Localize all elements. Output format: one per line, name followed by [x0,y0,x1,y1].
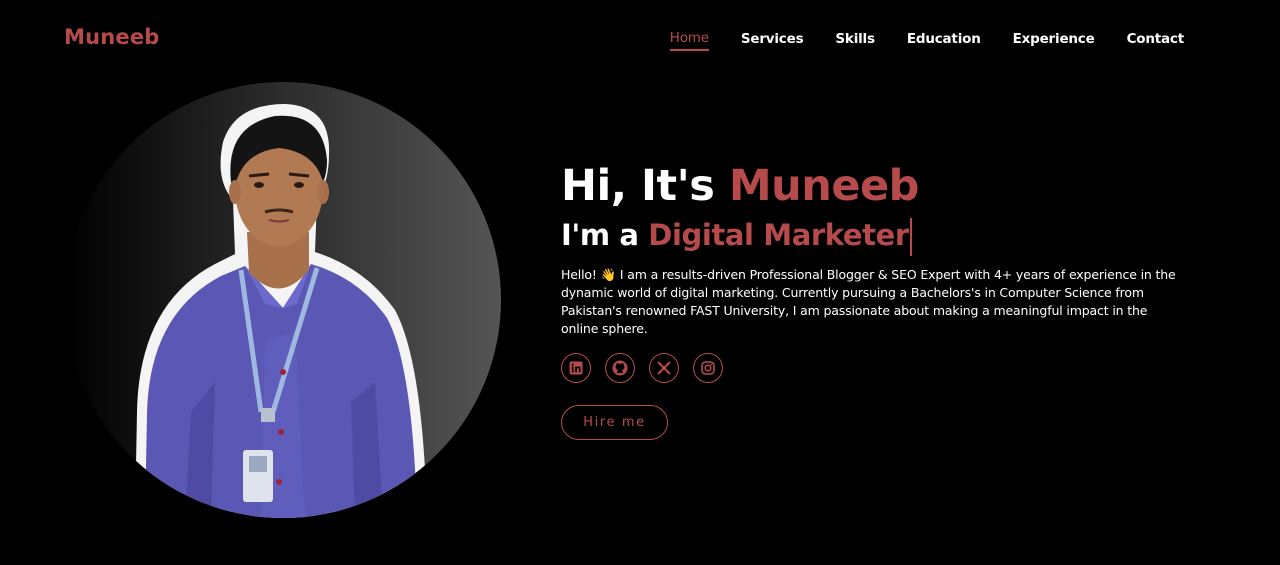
nav-contact[interactable]: Contact [1127,31,1185,50]
hero-greeting: Hi, It's Muneeb [561,160,1201,212]
profile-portrait-illustration [135,104,427,518]
github-icon [612,360,628,376]
nav-home[interactable]: Home [669,30,709,51]
nav-education[interactable]: Education [907,31,981,50]
social-links [561,353,1201,383]
instagram-icon [701,361,715,375]
typing-cursor [909,218,912,256]
github-link[interactable] [605,353,635,383]
site-logo[interactable]: Muneeb [64,25,160,49]
hero-bio: Hello! 👋 I am a results-driven Professio… [561,267,1176,336]
instagram-link[interactable] [693,353,723,383]
nav-skills[interactable]: Skills [835,31,875,50]
linkedin-icon [569,361,583,375]
role-title: Digital Marketer [648,218,909,252]
site-header: Muneeb Home Services Skills Education Ex… [0,0,1280,78]
greeting-prefix: Hi, It's [561,161,715,211]
hero-content: Hi, It's Muneeb I'm a Digital Marketer H… [561,160,1201,440]
x-twitter-icon [657,361,671,375]
hero-role: I'm a Digital Marketer [561,214,1201,256]
linkedin-link[interactable] [561,353,591,383]
hero-name: Muneeb [728,161,920,211]
nav-services[interactable]: Services [741,31,804,50]
profile-photo [65,82,501,518]
x-twitter-link[interactable] [649,353,679,383]
hire-me-button[interactable]: Hire me [561,405,668,440]
role-prefix: I'm a [561,218,639,252]
main-nav: Home Services Skills Education Experienc… [669,30,1185,51]
nav-experience[interactable]: Experience [1013,31,1095,50]
